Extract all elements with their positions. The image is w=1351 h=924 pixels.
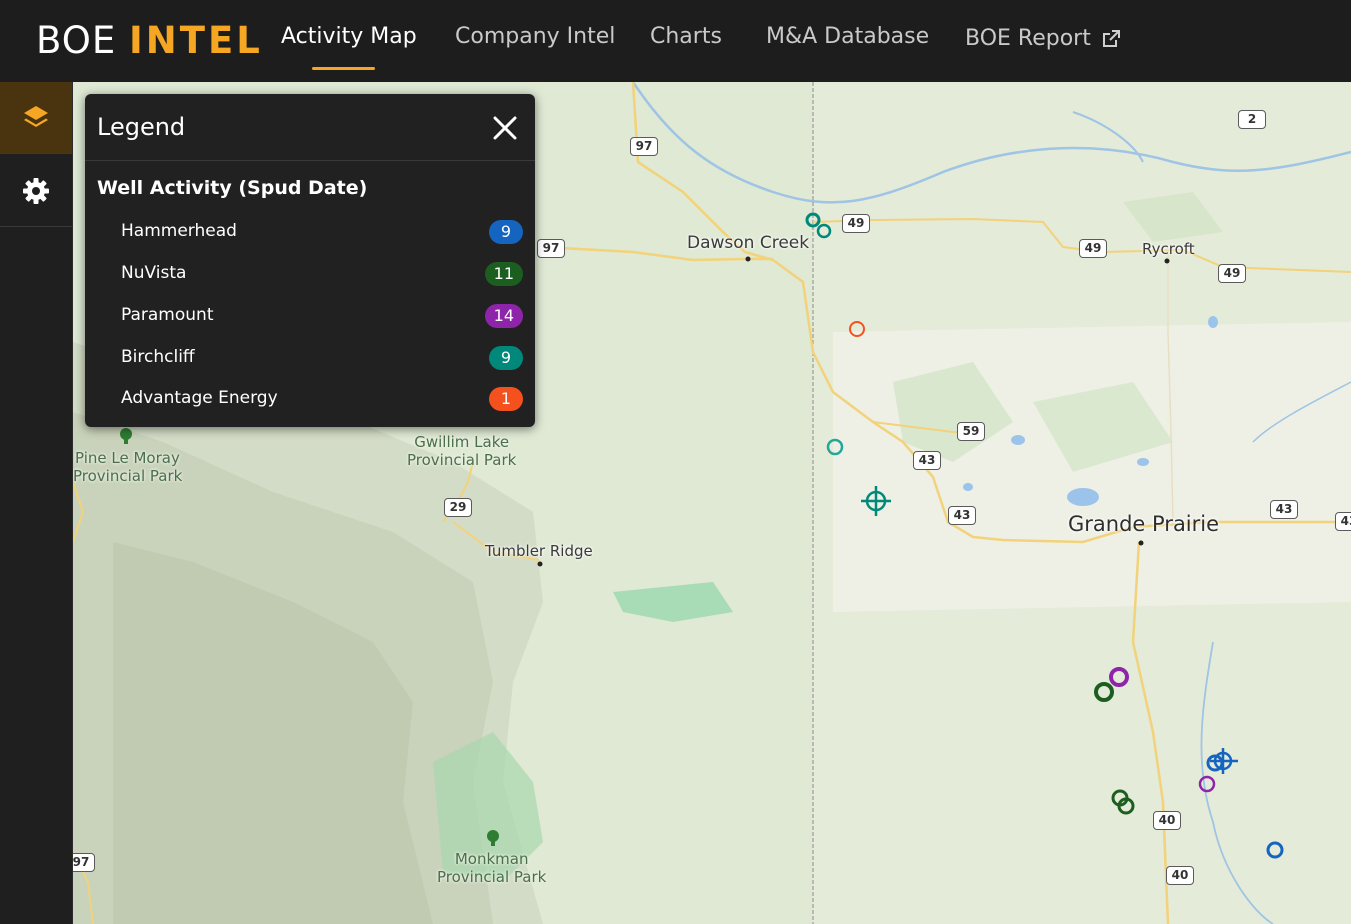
park-monkman: Monkman Provincial Park [437,850,546,886]
nav-boe-report[interactable]: BOE Report [965,26,1121,51]
legend-item-birchcliff[interactable]: Birchcliff 9 [121,345,523,371]
top-navigation-bar: BOE INTEL Activity Map Company Intel Cha… [0,0,1351,82]
highway-shield: 43 [1335,512,1351,531]
active-tab-indicator [312,67,375,70]
legend-panel: Legend Well Activity (Spud Date) Hammerh… [85,94,535,427]
nav-activity-map[interactable]: Activity Map [281,24,417,49]
external-link-icon [1102,30,1120,47]
brand-accent: INTEL [129,19,263,62]
place-grande-prairie: Grande Prairie [1068,512,1220,536]
legend-count-badge: 9 [489,346,523,370]
park-monkman-line1: Monkman [454,850,529,868]
legend-item-label: Hammerhead [121,221,237,241]
highway-shield: 2 [1238,110,1266,129]
legend-count-badge: 11 [484,262,523,286]
highway-shield: 97 [630,137,658,156]
place-dawson-creek: Dawson Creek [687,233,810,253]
park-pine-line2: Provincial Park [73,467,183,485]
highway-shield: 43 [948,506,976,525]
place-tumbler-ridge: Tumbler Ridge [485,542,593,560]
highway-shield: 43 [1270,500,1298,519]
nav-ma-database[interactable]: M&A Database [766,24,929,49]
gear-icon [23,177,49,204]
legend-item-hammerhead[interactable]: Hammerhead 9 [121,219,523,245]
highway-shield: 29 [444,498,472,517]
place-rycroft: Rycroft [1142,240,1195,258]
highway-shield: 43 [913,451,941,470]
legend-title: Legend [97,113,186,141]
highway-shield: 49 [842,214,870,233]
legend-section-title: Well Activity (Spud Date) [97,177,368,199]
legend-item-label: Paramount [121,305,214,325]
legend-count-badge: 9 [489,220,523,244]
sidebar [0,82,73,924]
park-pine-le-moray: Pine Le Moray Provincial Park [73,449,182,485]
highway-shield: 97 [537,239,565,258]
settings-button[interactable] [0,155,72,227]
legend-item-label: Advantage Energy [121,388,278,408]
park-monkman-line2: Provincial Park [437,868,547,886]
highway-shield: 40 [1166,866,1194,885]
legend-item-advantage-energy[interactable]: Advantage Energy 1 [121,386,523,412]
nav-company-intel[interactable]: Company Intel [455,24,615,49]
layers-icon [24,105,48,127]
highway-shield: 49 [1079,239,1107,258]
legend-count-badge: 1 [489,387,523,411]
close-icon[interactable] [490,113,520,143]
highway-shield: 49 [1218,264,1246,283]
park-gwillim-line1: Gwillim Lake [414,433,510,451]
legend-count-badge: 14 [484,304,523,328]
layers-button[interactable] [0,82,72,154]
highway-shield: 97 [73,853,95,872]
legend-item-nuvista[interactable]: NuVista 11 [121,261,523,287]
highway-shield: 40 [1153,811,1181,830]
legend-item-label: Birchcliff [121,347,195,367]
legend-header: Legend [85,94,535,161]
nav-boe-report-label: BOE Report [965,26,1091,51]
brand-logo[interactable]: BOE INTEL [36,19,263,62]
legend-item-label: NuVista [121,263,187,283]
legend-item-paramount[interactable]: Paramount 14 [121,303,523,329]
highway-shield: 59 [957,422,985,441]
park-gwillim-line2: Provincial Park [407,451,517,469]
park-gwillim-lake: Gwillim Lake Provincial Park [407,433,516,469]
brand-main: BOE [36,19,117,62]
nav-charts[interactable]: Charts [650,24,722,49]
park-pine-line1: Pine Le Moray [75,449,180,467]
